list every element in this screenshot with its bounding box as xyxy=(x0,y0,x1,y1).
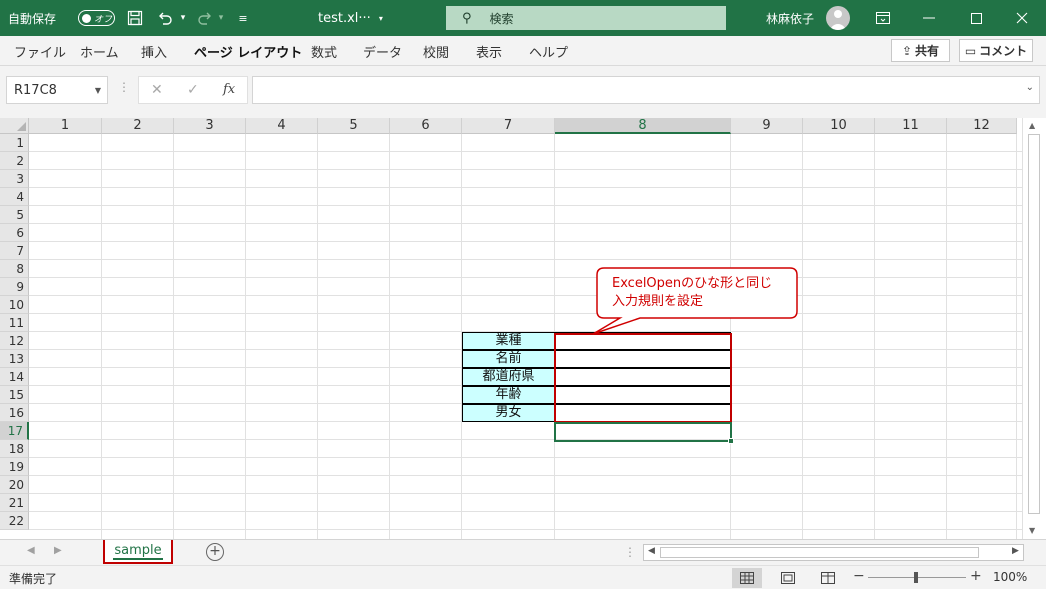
tab-file[interactable]: ファイル xyxy=(14,36,66,66)
ribbon-tabs: ファイル ホーム 挿入 ページ レイアウト 数式 データ 校閲 表示 ヘルプ ⇪… xyxy=(0,36,1046,66)
formula-buttons: ✕ ✓ fx xyxy=(138,76,248,104)
ribbon-display-options-icon[interactable] xyxy=(860,0,906,36)
toggle-knob xyxy=(82,13,91,23)
tab-page-layout[interactable]: ページ レイアウト xyxy=(194,36,302,66)
tab-help[interactable]: ヘルプ xyxy=(529,36,568,66)
sheet-prev-icon[interactable]: ◀ xyxy=(27,545,35,556)
name-box-dropdown-icon[interactable]: ▼ xyxy=(95,86,101,95)
worksheet-grid[interactable]: 1 2 3 4 5 6 7 8 9 10 11 12 1 2 3 4 5 6 7 8 9 10 11 12 13 14 15 16 1… xyxy=(0,118,1046,539)
vertical-scroll-thumb[interactable] xyxy=(1028,134,1040,514)
search-placeholder: 検索 xyxy=(489,11,514,26)
callout-text: ExcelOpenのひな形と同じ 入力規則を設定 xyxy=(600,275,794,311)
share-button[interactable]: ⇪ 共有 xyxy=(891,39,950,62)
undo-dropdown-icon[interactable]: ▾ xyxy=(172,0,194,36)
name-box[interactable]: R17C8 ▼ xyxy=(6,76,108,104)
insert-function-icon[interactable]: fx xyxy=(223,82,235,97)
zoom-slider-thumb[interactable] xyxy=(914,572,918,583)
zoom-level[interactable]: 100% xyxy=(993,570,1027,584)
sheet-tab-bar: ◀ ▶ sample + ⋮ ◀ ▶ xyxy=(0,539,1046,565)
scroll-down-icon[interactable]: ▼ xyxy=(1029,526,1035,535)
share-label: 共有 xyxy=(915,44,940,58)
search-icon: ⚲ xyxy=(462,10,472,26)
scroll-up-icon[interactable]: ▲ xyxy=(1029,121,1035,130)
callout-line-2: 入力規則を設定 xyxy=(612,294,704,309)
callout-line-1: ExcelOpenのひな形と同じ xyxy=(612,276,773,291)
zoom-in-icon[interactable]: + xyxy=(970,568,982,584)
sheet-tab-underline xyxy=(113,558,163,560)
sheet-tab-label: sample xyxy=(114,543,162,558)
expand-formula-bar-icon[interactable]: ⌄ xyxy=(1026,82,1034,93)
maximize-icon[interactable] xyxy=(953,0,999,36)
autosave-label: 自動保存 xyxy=(8,11,57,26)
toggle-text: オフ xyxy=(94,14,113,25)
avatar-head xyxy=(834,10,842,18)
avatar-body xyxy=(830,24,846,30)
callout-shape[interactable] xyxy=(0,118,1022,539)
title-bar: 自動保存 オフ ▾ ▾ ≡ test.xl··· ▾ ⚲ 検索 林麻依子 xyxy=(0,0,1046,36)
save-icon[interactable] xyxy=(124,0,146,36)
tab-formulas[interactable]: 数式 xyxy=(311,36,337,66)
scroll-right-icon[interactable]: ▶ xyxy=(1012,546,1019,556)
add-sheet-icon[interactable]: + xyxy=(206,543,224,561)
horizontal-scroll-thumb[interactable] xyxy=(660,547,979,558)
autosave-toggle[interactable]: オフ xyxy=(78,10,115,26)
name-box-value: R17C8 xyxy=(14,82,57,98)
normal-view-icon[interactable] xyxy=(732,568,762,588)
search-box[interactable]: ⚲ 検索 xyxy=(446,6,726,30)
tab-insert[interactable]: 挿入 xyxy=(141,36,167,66)
share-icon: ⇪ xyxy=(901,43,913,58)
sheet-tab-sample[interactable]: sample xyxy=(103,540,173,564)
page-layout-view-icon[interactable] xyxy=(773,568,803,588)
sheet-next-icon[interactable]: ▶ xyxy=(54,545,62,556)
cancel-icon[interactable]: ✕ xyxy=(151,82,163,98)
avatar[interactable] xyxy=(826,6,850,30)
comment-button[interactable]: ▭ コメント xyxy=(959,39,1033,62)
status-text: 準備完了 xyxy=(9,572,58,586)
enter-icon[interactable]: ✓ xyxy=(187,82,199,98)
file-title[interactable]: test.xl··· ▾ xyxy=(318,0,383,36)
page-break-preview-icon[interactable] xyxy=(813,568,843,588)
formula-bar-splitter-icon[interactable]: ⋮ xyxy=(118,80,130,94)
tab-view[interactable]: 表示 xyxy=(476,36,502,66)
tab-review[interactable]: 校閲 xyxy=(423,36,449,66)
file-title-dropdown-icon: ▾ xyxy=(378,13,383,23)
comment-icon: ▭ xyxy=(964,43,977,58)
vertical-scrollbar[interactable]: ▲ ▼ xyxy=(1022,118,1046,539)
formula-area: R17C8 ▼ ⋮ ✕ ✓ fx ⌄ xyxy=(0,66,1046,118)
tab-data[interactable]: データ xyxy=(363,36,402,66)
tab-home[interactable]: ホーム xyxy=(80,36,119,66)
minimize-icon[interactable] xyxy=(906,0,952,36)
horizontal-scrollbar[interactable]: ◀ ▶ xyxy=(643,544,1024,561)
scroll-left-icon[interactable]: ◀ xyxy=(648,546,655,556)
user-name[interactable]: 林麻依子 xyxy=(766,0,814,36)
zoom-out-icon[interactable]: − xyxy=(853,568,865,584)
formula-input[interactable]: ⌄ xyxy=(252,76,1040,104)
close-icon[interactable] xyxy=(999,0,1045,36)
status-bar: 準備完了 − + 100% xyxy=(0,565,1046,589)
comment-label: コメント xyxy=(979,44,1028,58)
redo-dropdown-icon[interactable]: ▾ xyxy=(210,0,232,36)
tab-splitter-icon[interactable]: ⋮ xyxy=(624,545,636,559)
file-title-text: test.xl··· xyxy=(318,10,371,26)
customize-qat-icon[interactable]: ≡ xyxy=(232,0,254,36)
